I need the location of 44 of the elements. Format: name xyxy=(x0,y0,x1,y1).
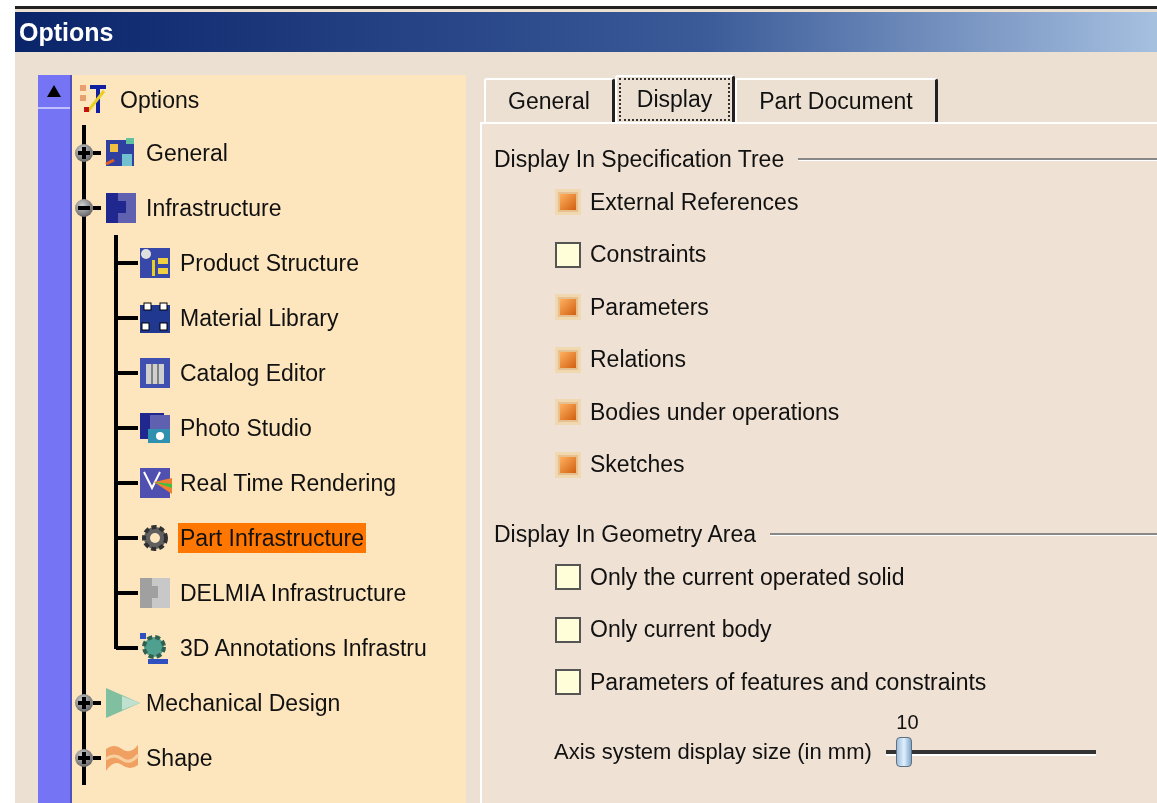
tree-item[interactable]: DELMIA Infrastructure xyxy=(178,577,409,608)
slider-thumb[interactable] xyxy=(896,736,913,767)
tab[interactable]: Display xyxy=(614,75,736,122)
slider-label: Axis system display size (in mm) xyxy=(554,738,872,765)
expand-toggle[interactable] xyxy=(75,748,93,767)
group-title: Display In Specification Tree xyxy=(494,145,785,173)
tree-item[interactable]: Infrastructure xyxy=(144,192,284,223)
tree-item[interactable]: Mechanical Design xyxy=(144,687,343,718)
tree-item[interactable]: Photo Studio xyxy=(178,412,314,443)
expand-toggle[interactable] xyxy=(75,143,93,162)
checkbox-label: Relations xyxy=(590,346,686,374)
group-title: Display In Geometry Area xyxy=(494,520,757,548)
tab[interactable]: Part Document xyxy=(735,78,938,122)
tab[interactable]: General xyxy=(484,78,615,122)
flag-icon xyxy=(104,685,140,720)
tree-item[interactable]: Real Time Rendering xyxy=(178,467,399,498)
tree-item[interactable]: 3D Annotations Infrastru xyxy=(178,632,429,663)
scroll-bar[interactable] xyxy=(38,75,72,803)
checkbox-label: Bodies under operations xyxy=(590,398,840,426)
collapse-toggle[interactable] xyxy=(75,198,93,217)
checkbox-label: Parameters of features and constraints xyxy=(590,668,987,696)
slider-value: 10 xyxy=(896,710,919,733)
checkbox-label: Only the current operated solid xyxy=(590,563,905,591)
checkbox-label: Sketches xyxy=(590,451,685,479)
checkbox[interactable] xyxy=(555,564,581,591)
tree-item[interactable]: Shape xyxy=(144,742,215,773)
window-title: Options xyxy=(19,17,114,47)
checkbox-label: Parameters xyxy=(590,293,709,321)
checkbox-label: External References xyxy=(590,188,799,216)
tree-item[interactable]: Options xyxy=(118,85,202,115)
up-arrow-icon xyxy=(46,84,62,98)
tree-item[interactable]: Catalog Editor xyxy=(178,357,328,388)
tree-item[interactable]: Material Library xyxy=(178,302,341,333)
checkbox[interactable] xyxy=(555,616,581,643)
tree-item[interactable]: Part Infrastructure xyxy=(178,522,367,553)
expand-toggle[interactable] xyxy=(75,693,93,712)
checkbox-label: Constraints xyxy=(590,241,707,269)
checkbox[interactable] xyxy=(555,241,581,268)
tree-item[interactable]: Product Structure xyxy=(178,247,361,278)
tree-item[interactable]: General xyxy=(144,137,230,168)
size-slider[interactable] xyxy=(885,736,1096,769)
checkbox-label: Only current body xyxy=(590,616,772,644)
prism-icon xyxy=(138,465,174,500)
checkbox[interactable] xyxy=(555,669,581,696)
